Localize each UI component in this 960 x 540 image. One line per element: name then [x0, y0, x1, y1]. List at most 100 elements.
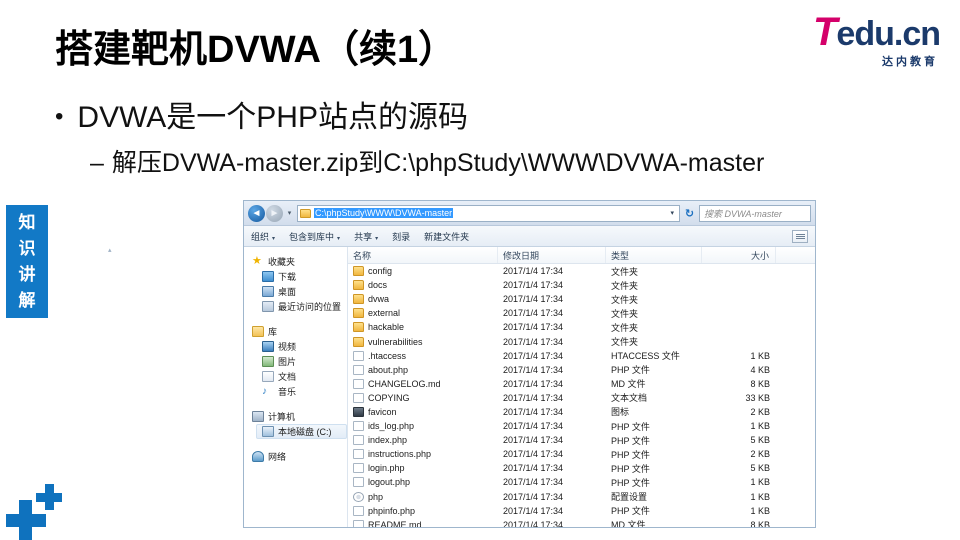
file-type-cell: MD 文件	[611, 520, 646, 527]
file-name-label: instructions.php	[368, 449, 432, 460]
file-name-label: favicon	[368, 406, 397, 417]
file-size-cell: 5 KB	[750, 435, 770, 446]
table-row[interactable]: ids_log.php 2017/1/4 17:34 PHP 文件 1 KB	[348, 419, 815, 433]
sidebar-label: 桌面	[278, 287, 297, 297]
documents-icon	[262, 371, 274, 382]
file-list-header: 名称 修改日期 类型 大小	[348, 247, 815, 264]
file-icon	[353, 364, 364, 375]
bullet-marker: •	[55, 103, 64, 130]
file-size-cell: 4 KB	[750, 364, 770, 375]
history-dropdown-icon[interactable]: ▾	[284, 209, 295, 217]
chevron-down-icon: ▾	[375, 235, 379, 242]
logo-wordmark: Tedu.cn	[790, 12, 941, 52]
drive-icon	[262, 426, 274, 437]
slide-canvas: 搭建靶机DVWA（续1） Tedu.cn 达内教育 • DVWA是一个PHP站点的…	[0, 0, 960, 540]
file-icon	[353, 350, 364, 361]
sidebar-item-downloads[interactable]: 下载	[250, 269, 347, 284]
decorative-plus-small-icon	[36, 484, 62, 510]
sidebar-item-videos[interactable]: 视频	[250, 339, 347, 354]
address-dropdown-icon[interactable]: ▾	[667, 209, 677, 217]
network-icon	[252, 451, 264, 462]
toolbar-item-include-in-library[interactable]: 包含到库中 ▾	[289, 230, 340, 243]
sidebar-item-computer[interactable]: 计算机	[250, 409, 347, 424]
file-type-cell: 文件夹	[611, 322, 639, 333]
back-button-icon[interactable]: ◄	[248, 204, 265, 222]
table-row[interactable]: external 2017/1/4 17:34 文件夹	[348, 306, 815, 320]
file-name-cell: external	[348, 308, 498, 319]
plus-bar-vertical	[45, 484, 54, 510]
column-header-type[interactable]: 类型	[606, 247, 702, 263]
sidebar-label: 下载	[278, 272, 297, 282]
file-date-cell: 2017/1/4 17:34	[503, 435, 564, 446]
file-size-cell: 1 KB	[750, 350, 770, 361]
table-row[interactable]: .htaccess 2017/1/4 17:34 HTACCESS 文件 1 KB	[348, 349, 815, 363]
badge-char-1: 知	[18, 212, 36, 232]
table-row[interactable]: phpinfo.php 2017/1/4 17:34 PHP 文件 1 KB	[348, 504, 815, 518]
sidebar-item-documents[interactable]: 文档	[250, 369, 347, 384]
pictures-icon	[262, 356, 274, 367]
table-row[interactable]: about.php 2017/1/4 17:34 PHP 文件 4 KB	[348, 363, 815, 377]
sidebar-group-computer: 计算机 本地磁盘 (C:)	[250, 409, 347, 439]
table-row[interactable]: index.php 2017/1/4 17:34 PHP 文件 5 KB	[348, 433, 815, 447]
address-bar[interactable]: C:\phpStudy\WWW\DVWA-master ▾	[297, 204, 680, 222]
file-name-cell: index.php	[348, 435, 498, 446]
toolbar-item-burn[interactable]: 刻录	[392, 230, 410, 243]
toolbar-item-new-folder[interactable]: 新建文件夹	[424, 230, 469, 243]
table-row[interactable]: COPYING 2017/1/4 17:34 文本文档 33 KB	[348, 391, 815, 405]
table-row[interactable]: logout.php 2017/1/4 17:34 PHP 文件 1 KB	[348, 475, 815, 489]
file-type-cell: 图标	[611, 407, 630, 418]
table-row[interactable]: docs 2017/1/4 17:34 文件夹	[348, 278, 815, 292]
file-size-cell: 33 KB	[745, 392, 770, 403]
explorer-body: ★ 收藏夹 下载 桌面 最近访问的位置 库 视频 图片 文档 ♪ 音乐 计算机 …	[244, 247, 815, 527]
refresh-icon[interactable]: ↻	[681, 205, 698, 222]
explorer-toolbar: 组织 ▾ 包含到库中 ▾ 共享 ▾ 刻录 新建文件夹	[244, 226, 815, 247]
sidebar-item-recent-places[interactable]: 最近访问的位置	[250, 299, 347, 314]
sidebar-item-music[interactable]: ♪ 音乐	[250, 384, 347, 399]
table-row[interactable]: dvwa 2017/1/4 17:34 文件夹	[348, 292, 815, 306]
sidebar-label: 图片	[278, 357, 297, 367]
table-row[interactable]: php 2017/1/4 17:34 配置设置 1 KB	[348, 490, 815, 504]
table-row[interactable]: instructions.php 2017/1/4 17:34 PHP 文件 2 KB	[348, 447, 815, 461]
toolbar-label: 刻录	[392, 231, 411, 242]
file-date-cell: 2017/1/4 17:34	[503, 350, 564, 361]
table-row[interactable]: config 2017/1/4 17:34 文件夹	[348, 264, 815, 278]
file-name-cell: dvwa	[348, 294, 498, 305]
file-name-label: external	[368, 308, 401, 319]
view-options-icon[interactable]	[792, 229, 808, 243]
table-row[interactable]: README.md 2017/1/4 17:34 MD 文件 8 KB	[348, 518, 815, 527]
column-header-size[interactable]: 大小	[702, 247, 776, 263]
file-size-cell: 2 KB	[750, 406, 770, 417]
folder-icon	[300, 208, 311, 218]
sidebar-item-favorites[interactable]: ★ 收藏夹	[250, 254, 347, 269]
file-name-cell: ids_log.php	[348, 421, 498, 432]
table-row[interactable]: vulnerabilities 2017/1/4 17:34 文件夹	[348, 334, 815, 348]
toolbar-item-organize[interactable]: 组织 ▾	[251, 230, 275, 243]
column-header-date-modified[interactable]: 修改日期	[498, 247, 606, 263]
toolbar-label: 新建文件夹	[424, 231, 470, 242]
sidebar-label: 库	[268, 327, 278, 337]
file-icon	[353, 505, 364, 516]
sidebar-item-libraries[interactable]: 库	[250, 324, 347, 339]
sidebar-item-desktop[interactable]: 桌面	[250, 284, 347, 299]
file-name-cell: logout.php	[348, 477, 498, 488]
toolbar-item-share[interactable]: 共享 ▾	[354, 230, 378, 243]
badge-char-4: 解	[18, 290, 36, 310]
file-icon	[353, 477, 364, 488]
file-date-cell: 2017/1/4 17:34	[503, 421, 564, 432]
table-row[interactable]: favicon 2017/1/4 17:34 图标 2 KB	[348, 405, 815, 419]
file-name-label: docs	[368, 280, 388, 291]
bullet-level-2: – 解压DVWA-master.zip到C:\phpStudy\WWW\DVWA-…	[90, 143, 764, 179]
sidebar-item-pictures[interactable]: 图片	[250, 354, 347, 369]
forward-button-icon[interactable]: ►	[266, 204, 283, 222]
column-header-name[interactable]: 名称	[348, 247, 498, 263]
sidebar-item-network[interactable]: 网络	[250, 449, 347, 464]
table-row[interactable]: CHANGELOG.md 2017/1/4 17:34 MD 文件 8 KB	[348, 377, 815, 391]
sidebar-item-local-disk-c[interactable]: 本地磁盘 (C:)	[256, 424, 347, 439]
file-date-cell: 2017/1/4 17:34	[503, 505, 564, 516]
table-row[interactable]: login.php 2017/1/4 17:34 PHP 文件 5 KB	[348, 461, 815, 475]
file-name-label: about.php	[368, 364, 409, 375]
file-date-cell: 2017/1/4 17:34	[503, 294, 564, 305]
table-row[interactable]: hackable 2017/1/4 17:34 文件夹	[348, 320, 815, 334]
address-input[interactable]: C:\phpStudy\WWW\DVWA-master	[314, 208, 454, 218]
search-input[interactable]: 搜索 DVWA-master	[699, 204, 811, 222]
